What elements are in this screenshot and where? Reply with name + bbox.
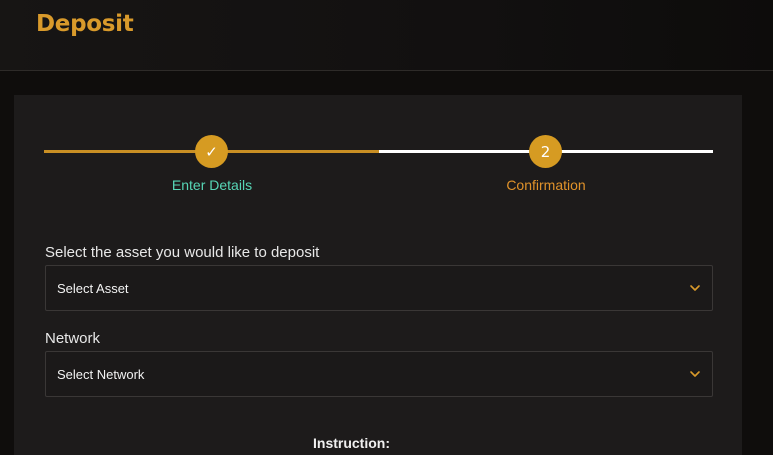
network-select-label: Network (45, 330, 101, 347)
step-2-label[interactable]: Confirmation (506, 177, 585, 193)
network-select[interactable]: Select Network (45, 351, 713, 397)
page-header: Deposit (0, 0, 773, 71)
asset-select[interactable]: Select Asset (45, 265, 713, 311)
step-1-label[interactable]: Enter Details (172, 177, 252, 193)
instruction-heading: Instruction: (313, 435, 390, 451)
asset-select-label: Select the asset you would like to depos… (45, 244, 320, 261)
asset-select-value: Select Asset (57, 280, 129, 296)
page-title: Deposit (36, 11, 134, 37)
network-select-value: Select Network (57, 366, 145, 382)
step-2-number[interactable]: 2 (529, 135, 562, 168)
deposit-card: ✓ 2 Enter Details Confirmation Select th… (14, 95, 742, 455)
chevron-down-icon (690, 285, 700, 291)
chevron-down-icon (690, 371, 700, 377)
step-1-check-icon[interactable]: ✓ (195, 135, 228, 168)
